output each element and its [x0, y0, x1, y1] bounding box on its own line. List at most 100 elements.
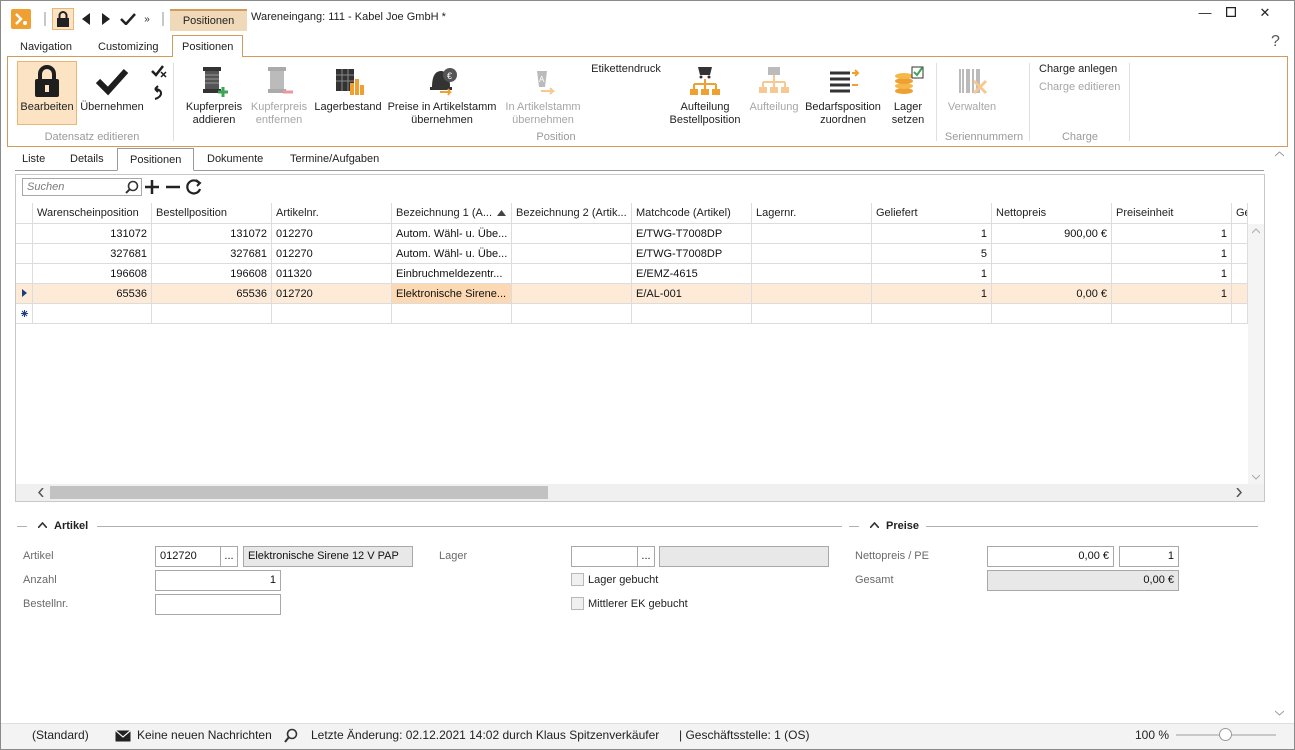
bedarfsposition-zuordnen-button[interactable]: Bedarfsposition zuordnen [803, 65, 883, 127]
row-indicator[interactable] [16, 264, 33, 284]
search-input[interactable]: Suchen [22, 178, 142, 196]
table-cell[interactable] [752, 244, 872, 264]
scroll-left-icon[interactable] [38, 488, 44, 497]
table-cell[interactable]: 1 [872, 224, 992, 244]
table-cell[interactable] [1232, 284, 1248, 304]
tab-dokumente[interactable]: Dokumente [207, 151, 263, 171]
lager-lookup-button[interactable]: ... [637, 546, 655, 567]
table-cell[interactable]: 131072 [33, 224, 152, 244]
table-cell-new[interactable] [992, 304, 1112, 324]
remove-icon[interactable] [165, 179, 181, 198]
search-icon[interactable] [284, 728, 298, 744]
scroll-right-icon[interactable] [1236, 488, 1242, 497]
ribbon-tab-positionen[interactable]: Positionen [172, 35, 244, 57]
lager-gebucht-checkbox[interactable] [571, 573, 584, 586]
scroll-up-icon[interactable] [1252, 228, 1260, 234]
verwalten-button[interactable]: Verwalten [943, 65, 1001, 114]
zoom-slider-thumb[interactable] [1219, 728, 1232, 741]
table-cell-new[interactable] [1232, 304, 1248, 324]
table-cell[interactable]: Einbruchmeldezentr... [392, 264, 512, 284]
artikel-lookup-button[interactable]: ... [220, 546, 238, 567]
col-header-ge[interactable]: Ge [1232, 203, 1248, 224]
table-cell-new[interactable] [272, 304, 392, 324]
scroll-down-icon[interactable] [1252, 474, 1260, 480]
checkmark-x-icon[interactable] [151, 64, 167, 81]
scroll-down-icon[interactable] [1275, 710, 1284, 716]
maximize-icon[interactable] [1219, 5, 1243, 21]
aufteilung-bestellposition-button[interactable]: Aufteilung Bestellposition [667, 65, 743, 127]
lagerbestand-button[interactable]: Lagerbestand [313, 65, 383, 114]
table-cell[interactable]: 1 [872, 264, 992, 284]
bestellnr-field[interactable] [155, 594, 281, 615]
col-header-bestellposition[interactable]: Bestellposition [152, 203, 272, 224]
status-messages[interactable]: Keine neuen Nachrichten [137, 728, 272, 742]
col-header-lagernr[interactable]: Lagernr. [752, 203, 872, 224]
main-vertical-scrollbar[interactable] [1271, 147, 1288, 722]
table-cell[interactable]: E/TWG-T7008DP [632, 244, 752, 264]
table-cell[interactable]: Autom. Wähl- u. Übe... [392, 224, 512, 244]
table-cell[interactable]: 65536 [152, 284, 272, 304]
status-layout[interactable]: (Standard) [32, 728, 89, 742]
col-header-matchcode[interactable]: Matchcode (Artikel) [632, 203, 752, 224]
preise-artikelstamm-button[interactable]: € Preise in Artikelstamm übernehmen [385, 65, 499, 127]
table-cell[interactable] [992, 264, 1112, 284]
horizontal-scroll-thumb[interactable] [50, 486, 548, 499]
nettopreis-field[interactable]: 0,00 € [987, 546, 1114, 567]
grid-horizontal-scrollbar[interactable] [16, 484, 1264, 501]
kupferpreis-addieren-button[interactable]: Kupferpreis addieren [182, 65, 246, 127]
artikel-nr-field[interactable]: 012720 [155, 546, 221, 567]
table-cell[interactable]: 1 [1112, 224, 1232, 244]
table-cell[interactable] [1232, 264, 1248, 284]
checkmark-icon[interactable] [119, 9, 137, 29]
table-cell[interactable]: 900,00 € [992, 224, 1112, 244]
more-icon[interactable]: » [141, 9, 153, 29]
table-cell-new[interactable] [512, 304, 632, 324]
table-cell[interactable]: 327681 [33, 244, 152, 264]
tab-liste[interactable]: Liste [22, 151, 45, 171]
col-header-geliefert[interactable]: Geliefert [872, 203, 992, 224]
tab-details[interactable]: Details [70, 151, 104, 171]
col-header-nettopreis[interactable]: Nettopreis [992, 203, 1112, 224]
table-cell[interactable] [752, 264, 872, 284]
col-header-preiseinheit[interactable]: Preiseinheit [1112, 203, 1232, 224]
preiseinheit-field[interactable]: 1 [1119, 546, 1179, 567]
row-indicator-current[interactable] [16, 284, 33, 304]
undo-icon[interactable] [151, 85, 165, 104]
scroll-up-icon[interactable] [1275, 151, 1284, 157]
grid-vertical-scrollbar[interactable] [1248, 224, 1264, 484]
table-cell-new[interactable] [1112, 304, 1232, 324]
table-cell[interactable] [512, 284, 632, 304]
table-cell-new[interactable] [632, 304, 752, 324]
table-cell[interactable]: 1 [1112, 264, 1232, 284]
collapse-chevron-icon[interactable] [38, 522, 47, 528]
charge-editieren-button[interactable]: Charge editieren [1039, 81, 1120, 93]
col-header-bezeichnung2[interactable]: Bezeichnung 2 (Artik... [512, 203, 632, 224]
kupferpreis-entfernen-button[interactable]: Kupferpreis entfernen [247, 65, 311, 127]
table-cell[interactable]: 012270 [272, 244, 392, 264]
mittlerer-ek-checkbox[interactable] [571, 597, 584, 610]
bearbeiten-button[interactable]: Bearbeiten [17, 65, 77, 114]
table-cell[interactable] [1232, 224, 1248, 244]
ribbon-tab-customizing[interactable]: Customizing [98, 40, 159, 57]
table-cell[interactable]: 1 [1112, 284, 1232, 304]
aufteilung-button[interactable]: Aufteilung [745, 65, 803, 114]
row-indicator[interactable] [16, 224, 33, 244]
charge-anlegen-button[interactable]: Charge anlegen [1039, 63, 1117, 75]
table-cell[interactable]: 0,00 € [992, 284, 1112, 304]
table-cell[interactable]: 1 [872, 284, 992, 304]
back-arrow-icon[interactable] [79, 9, 93, 29]
row-indicator[interactable] [16, 244, 33, 264]
table-cell-focused[interactable]: Elektronische Sirene... [392, 284, 512, 304]
table-cell[interactable]: 012270 [272, 224, 392, 244]
table-cell[interactable] [992, 244, 1112, 264]
table-cell[interactable] [1232, 244, 1248, 264]
table-cell[interactable]: E/AL-001 [632, 284, 752, 304]
collapse-chevron-icon[interactable] [870, 522, 879, 528]
close-icon[interactable]: ✕ [1253, 5, 1277, 21]
minimize-icon[interactable]: — [1193, 5, 1217, 21]
add-icon[interactable] [144, 179, 160, 198]
lock-icon[interactable] [52, 8, 74, 30]
table-cell[interactable] [752, 224, 872, 244]
table-cell[interactable]: 131072 [152, 224, 272, 244]
col-header-artikelnr[interactable]: Artikelnr. [272, 203, 392, 224]
